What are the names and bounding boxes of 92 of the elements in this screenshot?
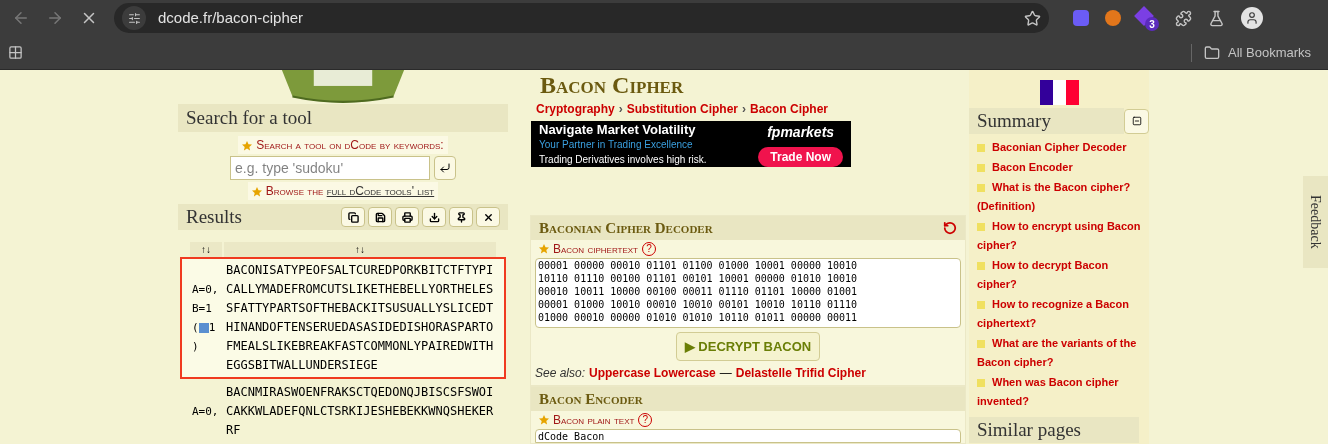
bookmark-star-icon[interactable]	[1024, 9, 1041, 27]
see-also-link[interactable]: Uppercase Lowercase	[589, 364, 716, 382]
breadcrumb-link[interactable]: Cryptography	[536, 100, 615, 118]
field-label: Bacon ciphertext ?	[531, 240, 965, 258]
bullet-icon	[977, 340, 985, 349]
french-flag-icon[interactable]	[1039, 80, 1079, 105]
tools-list-link[interactable]: full dCode tools' list	[326, 184, 435, 198]
collapse-icon	[1131, 116, 1142, 126]
summary-link[interactable]: What are the variants of the Bacon cipher?	[977, 334, 1141, 372]
summary-link[interactable]: How to recognize a Bacon ciphertext?	[977, 295, 1141, 333]
summary-link[interactable]: Bacon Encoder	[977, 158, 1141, 177]
search-field[interactable]: e.g. type 'sudoku'	[230, 156, 430, 180]
toolbar-button[interactable]	[395, 207, 419, 227]
search-label: Search a tool on dCode by keywords:	[238, 136, 448, 154]
bullet-icon	[977, 223, 985, 232]
star-icon	[242, 140, 253, 151]
url-text: dcode.fr/bacon-cipher	[158, 7, 305, 28]
chevron-icon: ›	[618, 100, 623, 118]
toolbar-button[interactable]	[476, 207, 500, 227]
chevron-icon: ›	[742, 100, 746, 118]
ad-logo: fpmarkets	[767, 122, 835, 142]
ad-disclaimer: Trading Derivatives involves high risk.	[539, 152, 708, 167]
ad-headline: Navigate Market Volatility	[539, 121, 697, 137]
summary-link[interactable]: How to encrypt using Bacon cipher?	[977, 217, 1141, 255]
separator: —	[719, 365, 732, 382]
breadcrumb-link[interactable]: Substitution Cipher	[626, 100, 738, 118]
download-icon	[428, 211, 440, 223]
ad-tagline: Your Partner in Trading Excellence	[539, 137, 694, 152]
results-title: Results	[186, 204, 243, 229]
pin-icon	[455, 211, 467, 223]
sort-header[interactable]: ↑↓	[224, 242, 496, 257]
summary-link[interactable]: When was Bacon cipher invented?	[977, 373, 1141, 411]
browse-text: Browse the full dCode tools' list	[247, 182, 439, 200]
bullet-icon	[977, 164, 985, 173]
feedback-tab[interactable]: Feedback	[1303, 176, 1328, 268]
ad-cta-button[interactable]: Trade Now	[758, 146, 843, 167]
table-cell-text: BACNMIRASWOENFRAKSCTQEDONQJBISCSFSWOICAKKWLADEFQNLCTSRKIJESHEBEKKWNQSHEKERRF	[226, 384, 494, 439]
save-icon	[374, 211, 386, 223]
summary-link[interactable]: How to decrypt Bacon cipher?	[977, 256, 1141, 294]
extensions-icon[interactable]	[1175, 9, 1192, 27]
table-cell-text: BACONISATYPEOFSALTCUREDPORKBITCTFTYPICALLYMADEFROMCUTSLIKETHEBELLYORTHELESSFATTYPARTSOFTHEBACKITSUSUALLYSLICEDTHINANDOFTENSERUEDASASIDEDISHORASPARTOFMEALSLIKEBREAKFASTCOMMONLYPAIREDWITHEGGSBITWALLUNDERSIEGE	[226, 262, 494, 374]
result-row[interactable]: A=0, BACNMIRASWOENFRAKSCTQEDONQJBISCSFSWOICAKKWLADEFQNLCTSRKIJESHEBEKKWNQSHEKERRF	[180, 379, 506, 444]
copy-icon	[347, 211, 359, 223]
section-header: Search for a tool	[178, 104, 508, 132]
decrypt-button[interactable]: ▶ DECRYPT BACON	[675, 332, 821, 361]
table-cell-text: A=0,	[192, 404, 220, 420]
plaintext-field[interactable]: dCode Bacon	[535, 429, 961, 443]
advertisement-banner[interactable]: Navigate Market Volatility Your Partner in Trading Excellence Trading Derivatives involves high risk. fpmarkets Trade Now	[531, 121, 851, 168]
bullet-icon	[977, 144, 985, 153]
toolbar-button[interactable]	[422, 207, 446, 227]
decoder-title: Baconian Cipher Decoder	[539, 218, 714, 238]
forward-icon[interactable]	[46, 9, 64, 27]
reset-icon[interactable]	[943, 221, 957, 235]
breadcrumb-link[interactable]: Bacon Cipher	[750, 100, 829, 118]
star-icon	[539, 415, 549, 425]
table-cell-text: A=0, B=1 ( 1 )	[192, 282, 220, 355]
encoder-title: Bacon Encoder	[539, 389, 643, 409]
printer-icon	[401, 211, 413, 223]
toolbar-button[interactable]	[449, 207, 473, 227]
profile-icon[interactable]	[1241, 7, 1263, 29]
extension-badge: 3	[1145, 17, 1159, 31]
abc-icon	[198, 323, 209, 333]
field-label: Bacon plain text ?	[531, 411, 965, 429]
summary-link[interactable]: Baconian Cipher Decoder	[977, 138, 1141, 157]
apps-icon[interactable]	[8, 45, 23, 60]
site-settings-icon[interactable]	[127, 11, 141, 25]
address-bar[interactable]: dcode.fr/bacon-cipher	[114, 3, 1049, 33]
bullet-icon	[977, 262, 985, 271]
see-also-label: See also:	[535, 365, 586, 382]
bullet-icon	[977, 184, 985, 193]
close-icon	[482, 211, 494, 223]
result-row[interactable]	[180, 257, 506, 379]
toolbar-button[interactable]	[368, 207, 392, 227]
bullet-icon	[977, 379, 985, 388]
toolbar-button[interactable]	[341, 207, 365, 227]
see-also-link[interactable]: Delastelle Trifid Cipher	[735, 364, 866, 382]
collapse-button[interactable]	[1124, 108, 1149, 134]
star-icon	[251, 186, 262, 197]
back-icon[interactable]	[12, 9, 30, 27]
folder-icon[interactable]	[1204, 44, 1220, 61]
flask-icon[interactable]	[1208, 9, 1225, 27]
summary-link[interactable]: What is the Bacon cipher? (Definition)	[977, 178, 1141, 216]
sort-header[interactable]: ↑↓	[190, 242, 222, 257]
enter-icon	[439, 162, 451, 174]
star-icon	[539, 244, 549, 254]
page-title: Bacon Cipher	[539, 71, 685, 100]
bullet-icon	[977, 301, 985, 310]
bookmarks-link[interactable]: All Bookmarks	[1228, 42, 1320, 63]
enter-button[interactable]	[434, 156, 456, 180]
ciphertext-field[interactable]: 00001 00000 00010 01101 01100 01000 10001 00000 10010 10110 01110 00100 01101 00101 10001 00000 01010 10010 00010 10011 10000 00100 00011 01110 01101 10000 01001 00001 01000 10010 00010 10010 00101 10010 10110 01110 01000 00010 00000 01010 01010 10110 01011 00000 00011	[535, 258, 961, 328]
summary-title: Summary	[969, 108, 1124, 134]
similar-title: Similar pages	[969, 417, 1139, 443]
